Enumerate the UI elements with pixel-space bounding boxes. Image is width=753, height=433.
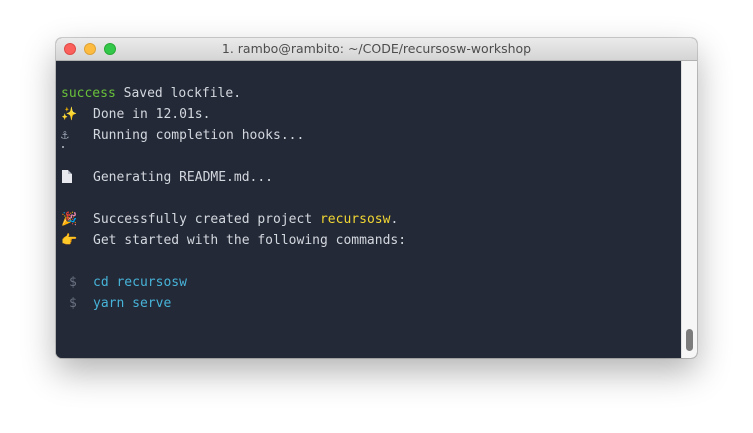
- readme-text: Generating README.md...: [93, 170, 274, 185]
- vertical-scrollbar[interactable]: [681, 61, 697, 358]
- command-line-cd: $ cd recursosw: [69, 273, 187, 293]
- output-line-saved-lockfile: success Saved lockfile.: [61, 84, 241, 104]
- pointing-right-icon: 👉: [61, 233, 78, 248]
- success-label: success: [61, 86, 116, 101]
- output-line-created: 🎉 Successfully created project recursosw.: [61, 210, 398, 230]
- prompt-symbol: $: [69, 275, 77, 290]
- command-cd: cd recursosw: [93, 275, 187, 290]
- saved-lockfile-text: Saved lockfile.: [115, 86, 242, 101]
- output-line-readme: Generating README.md...: [61, 168, 273, 188]
- terminal-output[interactable]: success Saved lockfile. ✨ Done in 12.01s.…: [56, 61, 682, 358]
- done-text: Done in 12.01s.: [93, 107, 211, 122]
- get-started-text: Get started with the following commands:: [93, 233, 407, 248]
- terminal-window: 1. rambo@rambito: ~/CODE/recursosw-works…: [56, 38, 697, 358]
- progress-dot: [62, 146, 64, 148]
- party-popper-icon: 🎉: [61, 212, 78, 227]
- prompt-symbol: $: [69, 296, 77, 311]
- window-title: 1. rambo@rambito: ~/CODE/recursosw-works…: [221, 41, 532, 56]
- created-text: Successfully created project: [93, 212, 320, 227]
- title-bar[interactable]: 1. rambo@rambito: ~/CODE/recursosw-works…: [56, 38, 697, 61]
- command-line-serve: $ yarn serve: [69, 294, 171, 314]
- output-line-get-started: 👉 Get started with the following commands…: [61, 231, 406, 251]
- output-line-hooks: ⚓ Running completion hooks...: [61, 126, 304, 146]
- hooks-text: Running completion hooks...: [93, 128, 305, 143]
- sparkles-icon: ✨: [61, 107, 78, 122]
- scrollbar-thumb[interactable]: [686, 329, 693, 351]
- page-icon: [62, 170, 72, 183]
- command-serve: yarn serve: [93, 296, 172, 311]
- created-suffix: .: [390, 212, 399, 227]
- output-line-done: ✨ Done in 12.01s.: [61, 105, 210, 125]
- project-name: recursosw: [319, 212, 391, 227]
- anchor-icon: ⚓: [61, 128, 69, 143]
